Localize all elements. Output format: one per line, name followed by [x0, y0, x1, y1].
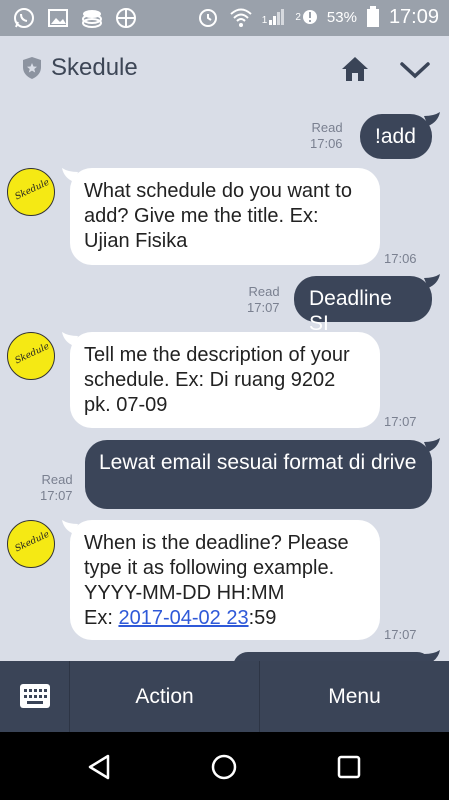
chat-title: Skedule	[51, 54, 138, 81]
outgoing-message[interactable]: Deadline SI	[294, 276, 432, 335]
chat-messages[interactable]: Read 17:06 !add Skedule What schedule do…	[0, 104, 449, 661]
battery-percentage: 53%	[326, 8, 357, 26]
bubble-tail	[424, 438, 440, 452]
whatsapp-icon	[14, 8, 34, 28]
wifi-icon	[230, 8, 252, 27]
menu-button[interactable]: Menu	[260, 661, 449, 732]
battery-icon	[366, 6, 379, 27]
network-label: 2	[295, 11, 301, 23]
incoming-message[interactable]: When is the deadline? Please type it as …	[70, 520, 380, 640]
browser-icon	[116, 8, 136, 28]
action-button[interactable]: Action	[70, 661, 260, 732]
message-time: 17:06	[384, 251, 417, 266]
message-line: type it as following example.	[84, 557, 335, 579]
keyboard-icon	[20, 684, 50, 708]
outgoing-message-partial[interactable]	[233, 652, 432, 661]
read-receipt: Read 17:07	[40, 472, 73, 503]
alarm-icon	[198, 9, 217, 27]
chevron-down-icon[interactable]	[399, 58, 431, 82]
message-line: Ex: 2017-04-02 23:59	[84, 607, 277, 629]
official-shield-icon	[23, 57, 41, 79]
read-receipt: Read 17:07	[247, 284, 280, 315]
keyboard-button[interactable]	[0, 661, 70, 732]
message-line: When is the deadline? Please	[84, 532, 349, 554]
home-nav-icon[interactable]	[209, 752, 239, 782]
read-receipt: Read 17:06	[310, 120, 343, 151]
incoming-message[interactable]: Tell me the description of your schedule…	[70, 332, 380, 428]
bot-avatar[interactable]: Skedule	[7, 168, 55, 216]
android-nav-bar	[0, 732, 449, 800]
message-time: 17:07	[384, 627, 417, 642]
gallery-icon	[48, 9, 68, 27]
signal-label: 1	[261, 15, 268, 26]
status-time: 17:09	[388, 5, 439, 28]
data-alert-icon: 2	[295, 9, 318, 25]
status-bar: 1 2 53% 17:09	[0, 0, 449, 36]
bot-avatar[interactable]: Skedule	[7, 520, 55, 568]
bot-avatar[interactable]: Skedule	[7, 332, 55, 380]
incoming-message[interactable]: What schedule do you want to add? Give m…	[70, 168, 380, 265]
message-time: 17:07	[384, 414, 417, 429]
chat-header: Skedule	[0, 36, 449, 104]
recents-icon[interactable]	[334, 752, 364, 782]
bubble-tail	[424, 650, 440, 661]
home-icon[interactable]	[340, 54, 370, 84]
outgoing-message[interactable]: !add	[360, 114, 432, 159]
bubble-tail	[424, 112, 440, 126]
date-link[interactable]: 2017-04-02 23	[118, 607, 248, 629]
bottom-toolbar: Action Menu	[0, 661, 449, 732]
back-icon[interactable]	[84, 752, 114, 782]
message-line: YYYY-MM-DD HH:MM	[84, 582, 285, 604]
outgoing-message[interactable]: Lewat email sesuai format di drive	[85, 440, 432, 509]
bubble-tail	[424, 274, 440, 288]
storage-icon	[82, 10, 102, 28]
signal-icon: 1	[262, 8, 287, 26]
